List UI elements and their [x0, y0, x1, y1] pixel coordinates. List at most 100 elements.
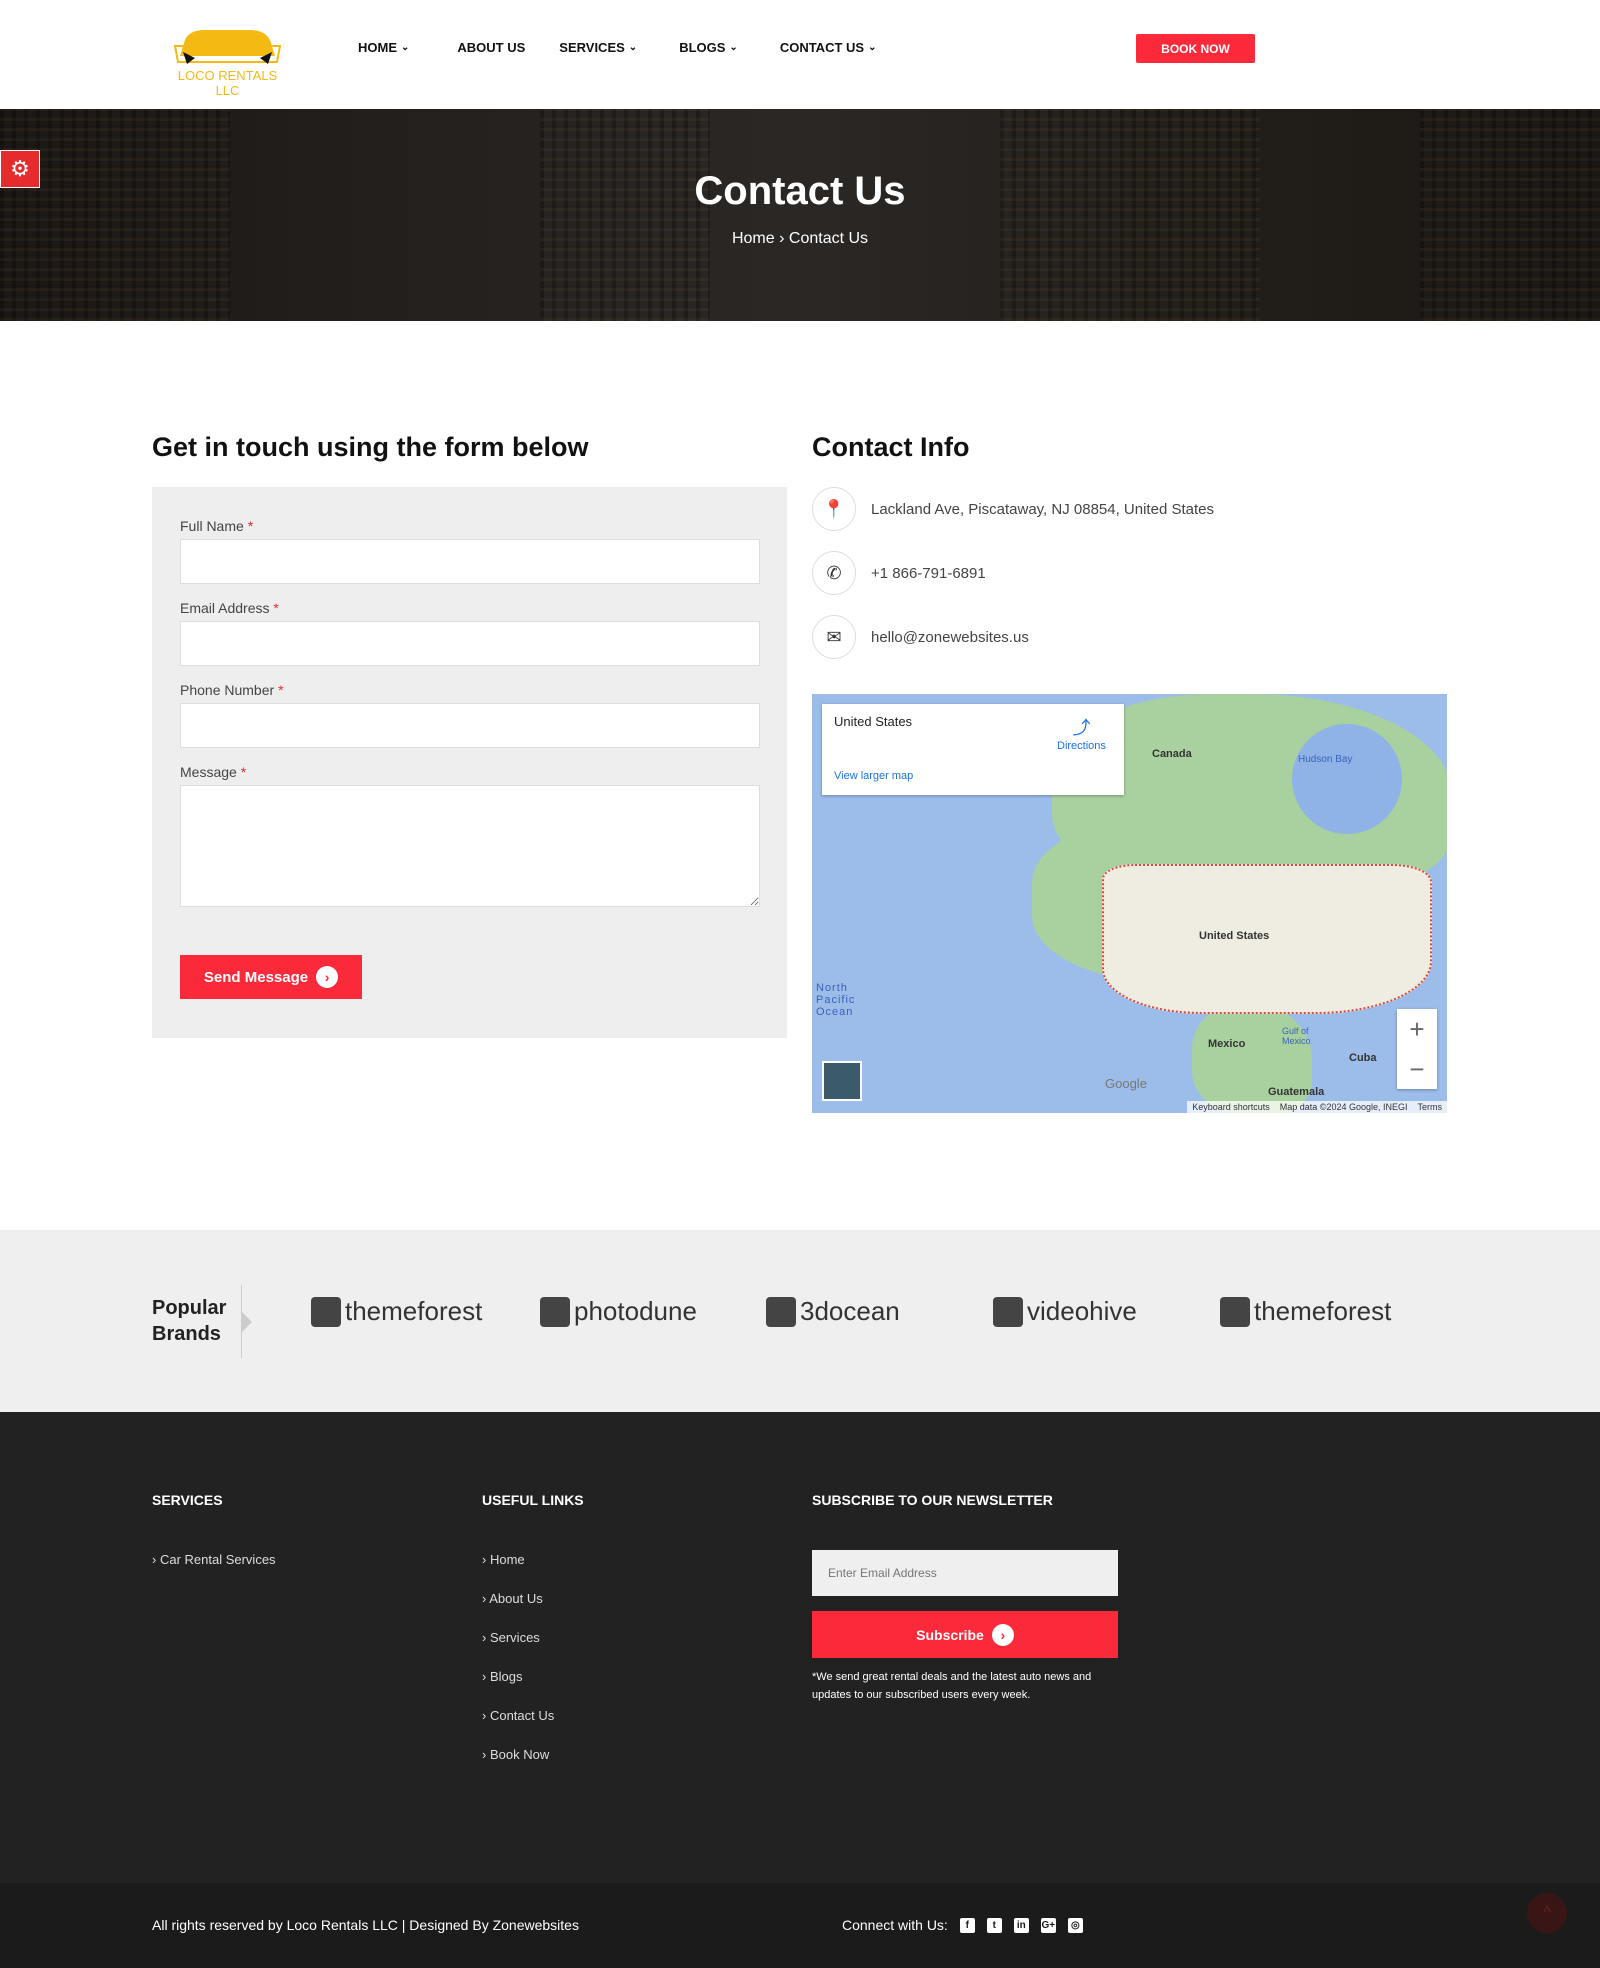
- brand-logo[interactable]: photodune: [540, 1296, 697, 1327]
- email-label: Email Address *: [180, 600, 279, 616]
- nav-about[interactable]: ABOUT US: [457, 40, 525, 55]
- form-heading: Get in touch using the form below: [152, 432, 589, 462]
- nav-contact[interactable]: CONTACT US ⌄: [780, 40, 877, 55]
- map-zoom-controls: + −: [1397, 1009, 1437, 1089]
- footer-link[interactable]: › Car Rental Services: [152, 1552, 276, 1567]
- contact-info-heading: Contact Info: [812, 432, 970, 462]
- chevron-down-icon: ⌄: [401, 42, 410, 53]
- map-data-text: Map data ©2024 Google, INEGI: [1279, 1102, 1408, 1112]
- send-message-button[interactable]: Send Message ›: [180, 955, 362, 999]
- newsletter-note: *We send great rental deals and the late…: [812, 1671, 1092, 1701]
- google-logo: Google: [1105, 1076, 1147, 1091]
- useful-links-heading: USEFUL LINKS: [482, 1492, 584, 1508]
- full-name-input[interactable]: [180, 539, 760, 584]
- envelope-icon: ✉: [812, 615, 856, 659]
- nav-home[interactable]: HOME ⌄: [358, 40, 409, 55]
- google-map[interactable]: Canada Hudson Bay United States Mexico N…: [812, 694, 1447, 1113]
- copyright-text: All rights reserved by Loco Rentals LLC …: [152, 1917, 579, 1933]
- view-larger-map-link[interactable]: View larger map: [834, 770, 913, 782]
- email-item: ✉ hello@zonewebsites.us: [812, 615, 1029, 659]
- newsletter-email-input[interactable]: [812, 1550, 1118, 1596]
- nav-services[interactable]: SERVICES ⌄: [559, 40, 637, 55]
- zoom-in-button[interactable]: +: [1409, 1014, 1424, 1045]
- chevron-up-icon: ^: [1543, 1904, 1551, 1921]
- phone-label: Phone Number *: [180, 682, 284, 698]
- linkedin-icon[interactable]: in: [1013, 1917, 1029, 1933]
- brand-logo[interactable]: videohive: [993, 1296, 1137, 1327]
- scroll-to-top-button[interactable]: ^: [1527, 1893, 1567, 1933]
- terms-link[interactable]: Terms: [1418, 1102, 1443, 1112]
- breadcrumb-home[interactable]: Home: [732, 230, 775, 247]
- contact-form: Full Name * Email Address * Phone Number…: [152, 487, 787, 1038]
- settings-gear-button[interactable]: ⚙: [0, 150, 40, 188]
- chevron-right-icon: ›: [779, 230, 789, 247]
- facebook-icon[interactable]: f: [959, 1917, 975, 1933]
- footer-link[interactable]: › About Us: [482, 1591, 543, 1606]
- photodune-icon: [540, 1296, 570, 1327]
- logo-text: LOCO RENTALS LLC: [177, 68, 278, 98]
- brand-logo[interactable]: 3docean: [766, 1296, 900, 1327]
- themeforest-icon: [311, 1296, 341, 1327]
- main-nav: HOME ⌄ ABOUT US SERVICES ⌄ BLOGS ⌄ CONTACT …: [358, 40, 914, 55]
- phone-icon: ✆: [812, 551, 856, 595]
- address-item: 📍 Lackland Ave, Piscataway, NJ 08854, Uni…: [812, 487, 1214, 531]
- map-label: Mexico: [1208, 1038, 1246, 1050]
- arrow-right-icon: ›: [316, 966, 339, 988]
- services-heading: SERVICES: [152, 1492, 223, 1508]
- social-links: Connect with Us: f t in G+ ◎: [842, 1917, 1083, 1933]
- site-footer: SERVICES › Car Rental Services USEFUL LI…: [0, 1412, 1600, 1883]
- hero-banner: Contact Us Home › Contact Us: [0, 109, 1600, 321]
- map-label: North Pacific Ocean: [816, 982, 856, 1018]
- newsletter-heading: SUBSCRIBE TO OUR NEWSLETTER: [812, 1492, 1053, 1508]
- book-now-button[interactable]: BOOK NOW: [1136, 34, 1255, 63]
- breadcrumb: Home › Contact Us: [0, 230, 1600, 248]
- twitter-icon[interactable]: t: [986, 1917, 1002, 1933]
- 3docean-icon: [766, 1296, 796, 1327]
- map-label: Cuba: [1349, 1052, 1377, 1064]
- arrow-right-icon: ›: [991, 1623, 1014, 1646]
- gear-icon: ⚙: [10, 156, 30, 181]
- footer-link[interactable]: › Contact Us: [482, 1708, 554, 1723]
- map-label: United States: [1199, 930, 1270, 942]
- message-label: Message *: [180, 764, 247, 780]
- map-info-card: United States ⤴ Directions View larger ma…: [822, 704, 1124, 795]
- satellite-toggle[interactable]: [822, 1061, 862, 1101]
- chevron-down-icon: ⌄: [729, 42, 738, 53]
- popular-brands: Popular Brands themeforest photodune 3do…: [0, 1230, 1600, 1412]
- email-input[interactable]: [180, 621, 760, 666]
- google-plus-icon[interactable]: G+: [1040, 1917, 1056, 1933]
- logo[interactable]: LOCO RENTALS LLC: [165, 26, 290, 98]
- phone-input[interactable]: [180, 703, 760, 748]
- map-label: Guatemala: [1268, 1086, 1325, 1098]
- subscribe-button[interactable]: Subscribe ›: [812, 1611, 1118, 1658]
- message-textarea[interactable]: [180, 785, 760, 907]
- full-name-label: Full Name *: [180, 518, 254, 534]
- breadcrumb-current: Contact Us: [788, 230, 869, 247]
- footer-link[interactable]: › Home: [482, 1552, 525, 1567]
- footer-link[interactable]: › Services: [482, 1630, 540, 1645]
- map-pin-icon: 📍: [812, 487, 856, 531]
- footer-link[interactable]: › Book Now: [482, 1747, 549, 1762]
- map-attribution: Keyboard shortcuts Map data ©2024 Google,…: [1187, 1101, 1447, 1113]
- brand-logo[interactable]: themeforest: [1220, 1296, 1391, 1327]
- map-label: Gulf of Mexico: [1282, 1026, 1311, 1046]
- brands-label: Popular Brands: [152, 1297, 227, 1345]
- zoom-out-button[interactable]: −: [1409, 1054, 1424, 1085]
- map-label: Hudson Bay: [1298, 754, 1353, 765]
- bottom-bar: All rights reserved by Loco Rentals LLC …: [0, 1883, 1600, 1968]
- themeforest-icon: [1220, 1296, 1250, 1327]
- instagram-icon[interactable]: ◎: [1067, 1917, 1083, 1933]
- map-label: Canada: [1152, 748, 1192, 760]
- phone-item: ✆ +1 866-791-6891: [812, 551, 986, 595]
- brand-logo[interactable]: themeforest: [311, 1296, 482, 1327]
- connect-label: Connect with Us:: [842, 1917, 948, 1933]
- footer-link[interactable]: › Blogs: [482, 1669, 522, 1684]
- keyboard-shortcuts-link[interactable]: Keyboard shortcuts: [1192, 1102, 1270, 1112]
- map-place-name: United States: [834, 714, 913, 729]
- directions-icon: ⤴: [1072, 718, 1091, 738]
- chevron-down-icon: ⌄: [628, 42, 638, 53]
- nav-blogs[interactable]: BLOGS ⌄: [679, 40, 738, 55]
- directions-link[interactable]: ⤴ Directions: [1057, 714, 1106, 752]
- car-logo-icon: [173, 30, 282, 64]
- page-title: Contact Us: [694, 169, 906, 213]
